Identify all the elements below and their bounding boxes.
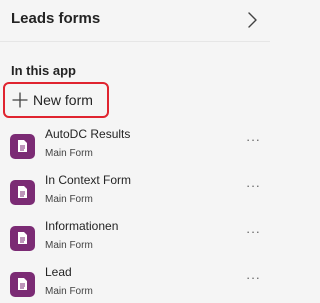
form-type: Main Form	[45, 286, 93, 297]
form-type: Main Form	[45, 194, 93, 205]
form-document-icon	[10, 180, 35, 205]
form-title: Informationen	[45, 219, 119, 233]
more-options-icon[interactable]: ···	[246, 178, 261, 193]
more-options-icon[interactable]: ···	[246, 224, 261, 239]
more-options-icon[interactable]: ···	[246, 132, 261, 147]
chevron-right-icon[interactable]	[245, 11, 259, 29]
panel-header: Leads forms	[0, 0, 270, 40]
section-label-in-this-app: In this app	[11, 63, 76, 78]
leads-forms-panel: Leads forms In this app New form AutoDC …	[0, 0, 270, 303]
list-item[interactable]: In Context Form Main Form ···	[0, 168, 270, 214]
form-title: Lead	[45, 265, 72, 279]
form-title: AutoDC Results	[45, 127, 131, 141]
form-document-icon	[10, 226, 35, 251]
new-form-button[interactable]: New form	[3, 82, 109, 118]
form-document-icon	[10, 272, 35, 297]
plus-icon	[12, 92, 28, 108]
list-item[interactable]: Lead Main Form ···	[0, 260, 270, 303]
form-type: Main Form	[45, 148, 93, 159]
form-document-icon	[10, 134, 35, 159]
more-options-icon[interactable]: ···	[246, 270, 261, 285]
list-item[interactable]: AutoDC Results Main Form ···	[0, 122, 270, 168]
form-type: Main Form	[45, 240, 93, 251]
panel-title: Leads forms	[11, 10, 101, 27]
header-divider	[0, 41, 270, 42]
list-item[interactable]: Informationen Main Form ···	[0, 214, 270, 260]
form-title: In Context Form	[45, 173, 132, 187]
new-form-label: New form	[33, 92, 93, 108]
